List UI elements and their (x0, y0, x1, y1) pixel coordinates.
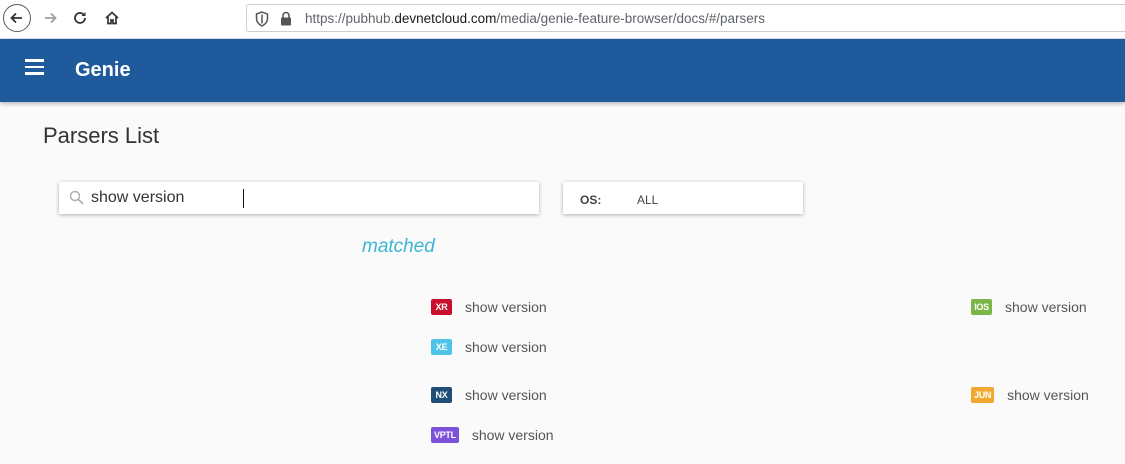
parser-item-jun[interactable]: JUN show version (971, 387, 1089, 403)
os-filter-label: OS: (580, 193, 602, 207)
parser-link[interactable]: show version (1007, 387, 1089, 403)
os-filter[interactable]: OS: ALL (563, 182, 803, 214)
parser-link[interactable]: show version (465, 299, 547, 315)
reload-button[interactable] (66, 4, 94, 32)
app-title: Genie (75, 59, 131, 81)
os-badge-nx: NX (431, 387, 452, 403)
url-path: /media/genie-feature-browser/docs/#/pars… (496, 11, 766, 26)
arrow-right-icon (45, 12, 57, 24)
results-heading: matched (362, 236, 435, 257)
parser-link[interactable]: show version (465, 339, 547, 355)
os-filter-value[interactable]: ALL (637, 193, 658, 207)
home-button[interactable] (98, 4, 126, 32)
app-header: Genie (0, 39, 1125, 102)
search-input[interactable] (91, 182, 531, 214)
search-icon (69, 190, 84, 205)
parser-link[interactable]: show version (1005, 299, 1087, 315)
forward-button[interactable] (36, 4, 64, 32)
parser-link[interactable]: show version (472, 427, 554, 443)
parser-link[interactable]: show version (465, 387, 547, 403)
back-button[interactable] (3, 4, 31, 32)
url-text: https://pubhub.devnetcloud.com/media/gen… (305, 11, 765, 26)
os-badge-xr: XR (431, 299, 452, 315)
parser-item-xr[interactable]: XR show version (431, 299, 547, 315)
parser-item-vptl[interactable]: VPTL show version (431, 427, 554, 443)
parser-item-nx[interactable]: NX show version (431, 387, 547, 403)
shield-icon[interactable] (255, 11, 269, 27)
url-prefix: https://pubhub. (305, 11, 395, 26)
parser-item-xe[interactable]: XE show version (431, 339, 547, 355)
os-badge-xe: XE (431, 339, 452, 355)
reload-icon (74, 12, 86, 24)
menu-button[interactable] (25, 59, 45, 79)
os-badge-vptl: VPTL (431, 427, 459, 443)
url-bar[interactable]: https://pubhub.devnetcloud.com/media/gen… (246, 4, 1125, 32)
search-box (59, 182, 539, 214)
os-badge-ios: IOS (971, 299, 992, 315)
page-title: Parsers List (43, 123, 160, 148)
browser-toolbar: https://pubhub.devnetcloud.com/media/gen… (0, 0, 1125, 39)
os-badge-jun: JUN (971, 387, 995, 403)
home-icon (105, 11, 119, 25)
text-caret (243, 189, 244, 208)
lock-icon[interactable] (280, 11, 292, 26)
hamburger-icon (25, 59, 44, 62)
parser-item-ios[interactable]: IOS show version (971, 299, 1087, 315)
url-host: devnetcloud.com (394, 11, 497, 26)
arrow-left-icon (10, 12, 22, 24)
